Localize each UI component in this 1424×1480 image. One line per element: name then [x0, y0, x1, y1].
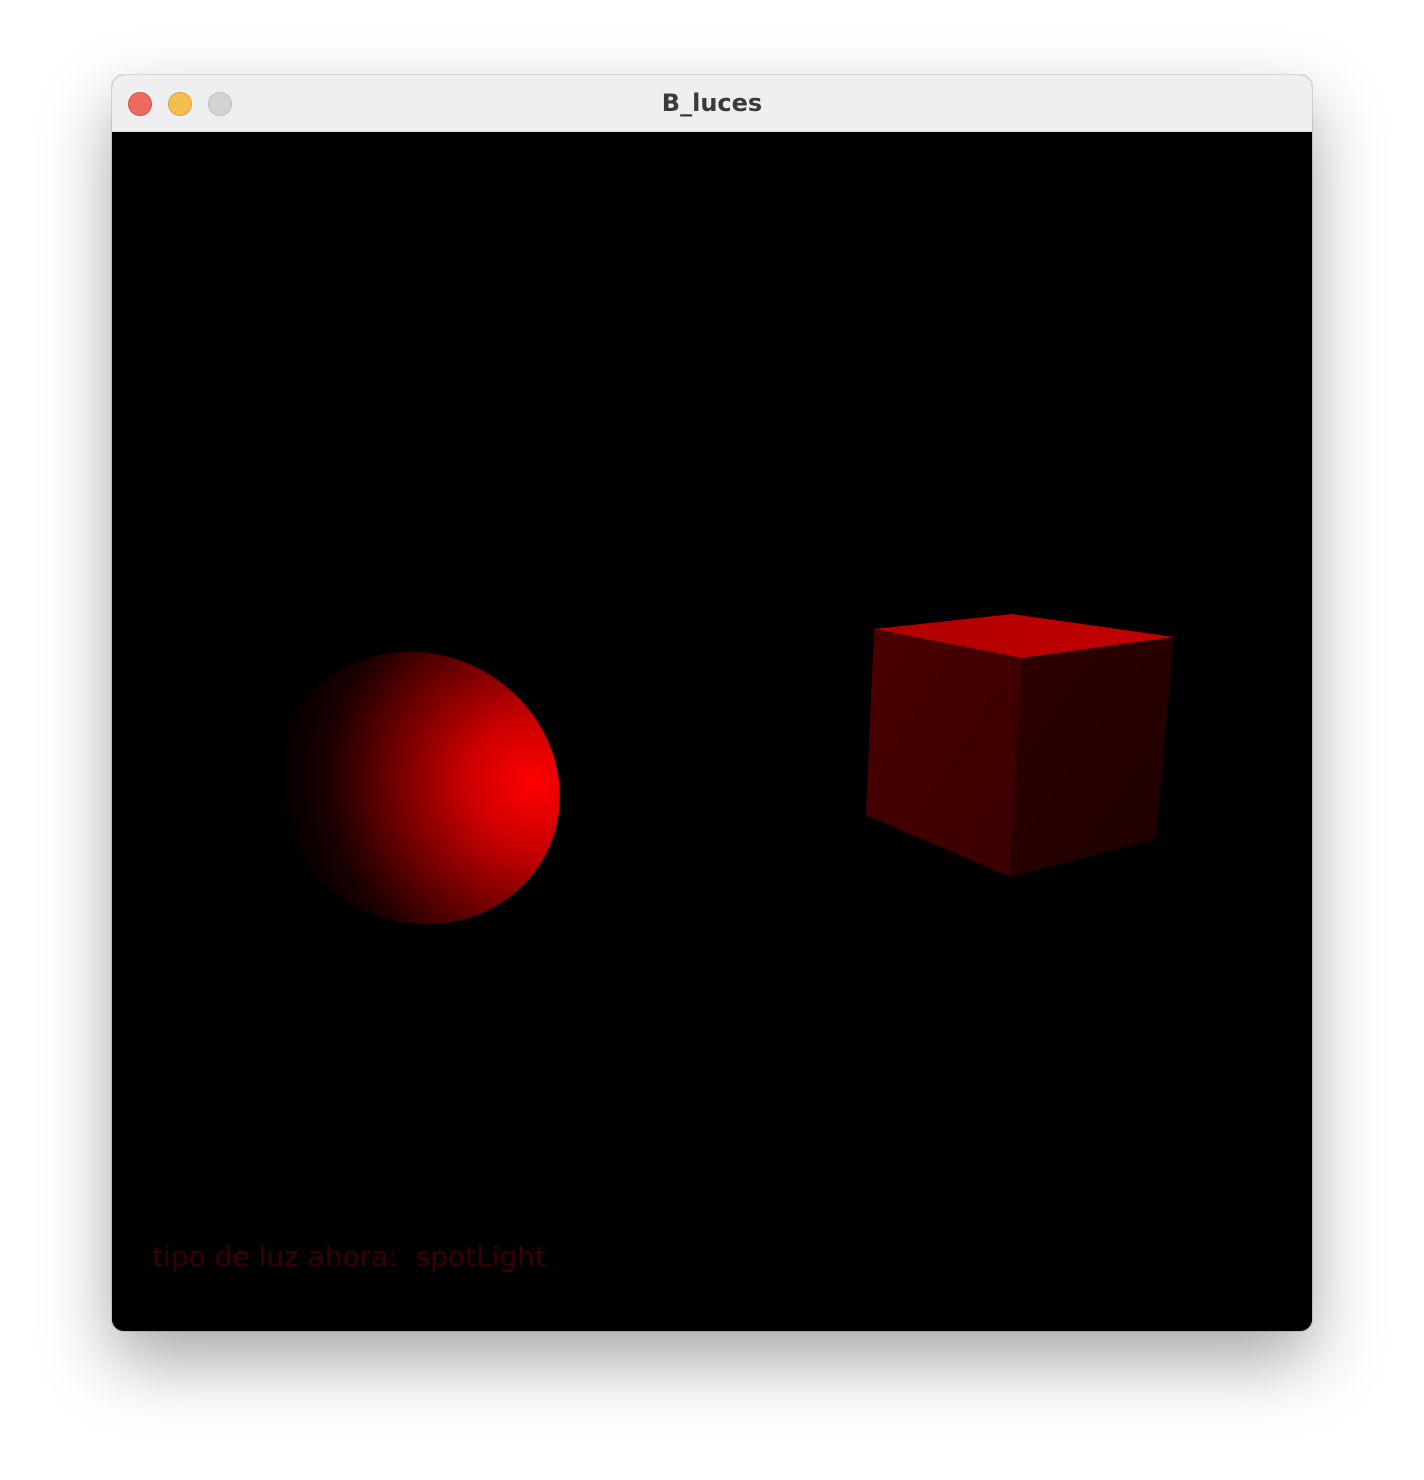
title-bar[interactable]: B_luces: [112, 75, 1312, 132]
light-type-label: tipo de luz ahora:: [152, 1240, 398, 1273]
cube-front-face: [866, 629, 1022, 877]
scene-svg: [276, 614, 1174, 925]
cube-side-face: [1010, 637, 1174, 877]
light-type-status: tipo de luz ahora: spotLight: [152, 1240, 546, 1273]
app-window: B_luces tipo de luz ahora: spotLight: [112, 75, 1312, 1331]
light-type-value: spotLight: [415, 1240, 546, 1273]
render-canvas[interactable]: tipo de luz ahora: spotLight: [112, 132, 1312, 1331]
window-title: B_luces: [661, 89, 763, 117]
sphere: [276, 651, 560, 925]
cube: [866, 614, 1174, 877]
